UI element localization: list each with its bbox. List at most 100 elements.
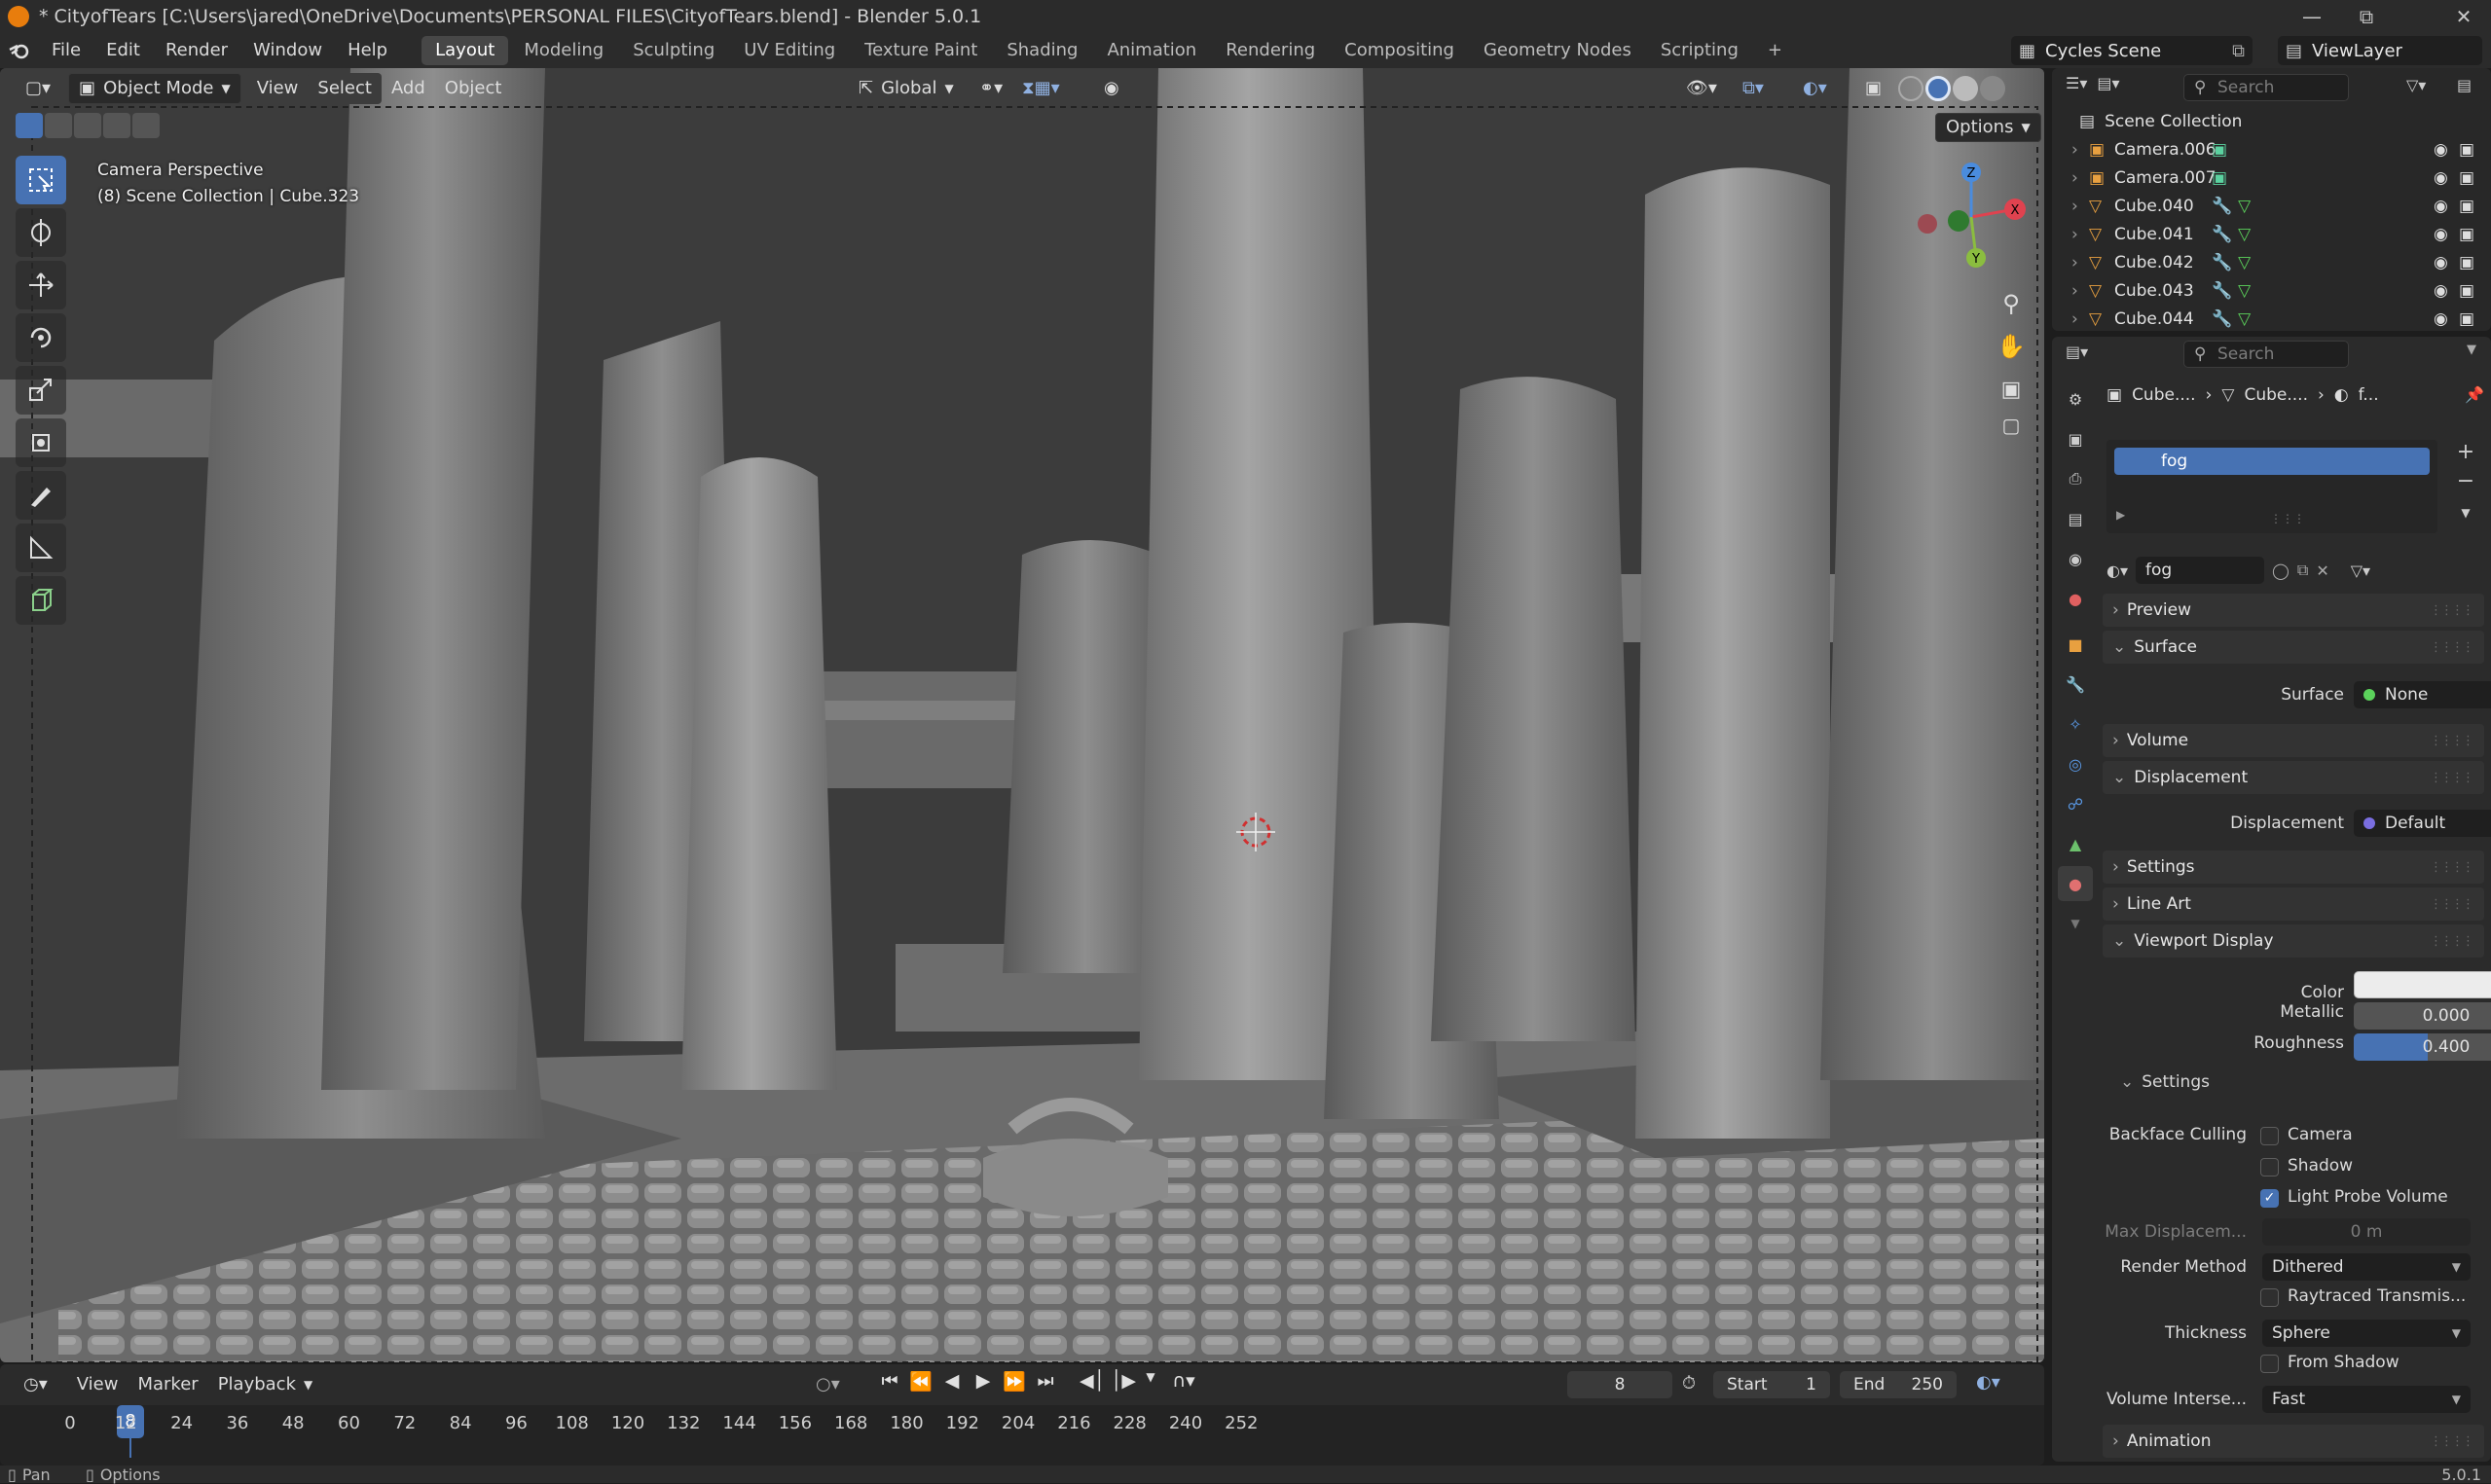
- next-marker-icon[interactable]: │▶: [1110, 1370, 1137, 1393]
- solid-shading-icon[interactable]: [1925, 76, 1951, 101]
- panel-volume[interactable]: › Volume ⋮⋮⋮⋮: [2103, 724, 2484, 757]
- render-camera-icon[interactable]: ▣: [2459, 309, 2474, 329]
- shadow-checkbox[interactable]: [2260, 1158, 2279, 1176]
- visibility-eye-icon[interactable]: ◉: [2434, 281, 2448, 301]
- visibility-eye-icon[interactable]: ◉: [2434, 225, 2448, 244]
- jump-end-icon[interactable]: ⏭: [1032, 1370, 1059, 1393]
- add-cube-icon[interactable]: [16, 576, 66, 625]
- viewport-menu-object[interactable]: Object: [435, 73, 512, 104]
- pivot-point-icon[interactable]: ⚭▾: [970, 73, 1012, 104]
- outliner-row[interactable]: › ▽ Cube.043 🔧 ▽ ◉ ▣: [2052, 276, 2491, 305]
- lock-camera-icon[interactable]: ▢: [1992, 411, 2031, 440]
- workspace-tab-compositing[interactable]: Compositing: [1331, 36, 1468, 65]
- drag-handle-icon[interactable]: ⋮⋮⋮⋮: [2430, 771, 2474, 785]
- snap-icon[interactable]: ⧗▦▾: [1012, 73, 1070, 104]
- drag-handle-icon[interactable]: ⋮⋮⋮⋮: [2430, 897, 2474, 912]
- timeline-menu-view[interactable]: View: [67, 1369, 128, 1400]
- fake-user-icon[interactable]: ◯: [2272, 561, 2290, 580]
- filter-icon[interactable]: ▽▾: [2406, 76, 2426, 94]
- panel-preview[interactable]: › Preview ⋮⋮⋮⋮: [2103, 594, 2484, 627]
- timeline-overlay-icon[interactable]: ◐▾: [1976, 1372, 2000, 1393]
- xray-icon[interactable]: ▣: [1855, 73, 1891, 104]
- metallic-slider[interactable]: 0.000: [2354, 1002, 2491, 1030]
- resize-handle-icon[interactable]: ⋮⋮⋮: [2270, 512, 2305, 525]
- outliner-row[interactable]: › ▽ Cube.040 🔧 ▽ ◉ ▣: [2052, 192, 2491, 220]
- view-layer-name[interactable]: ViewLayer: [2312, 41, 2402, 61]
- timeline-menu-marker[interactable]: Marker: [128, 1369, 207, 1400]
- sub-panel-settings[interactable]: ⌄ Settings: [2120, 1072, 2210, 1092]
- chevron-down-icon[interactable]: ▼: [2449, 498, 2482, 527]
- close-icon[interactable]: ✕: [2436, 0, 2491, 33]
- node-link-icon[interactable]: ▽▾: [2351, 561, 2370, 580]
- drag-handle-icon[interactable]: ⋮⋮⋮⋮: [2430, 860, 2474, 875]
- next-keyframe-icon[interactable]: ⏩: [1001, 1370, 1028, 1393]
- jump-start-icon[interactable]: ⏮: [876, 1370, 903, 1393]
- render-camera-icon[interactable]: ▣: [2459, 225, 2474, 244]
- annotate-icon[interactable]: [16, 471, 66, 520]
- browse-material-icon[interactable]: ◐▾: [2106, 561, 2128, 580]
- panel-viewport-display[interactable]: ⌄ Viewport Display ⋮⋮⋮⋮: [2103, 924, 2484, 958]
- render-camera-icon[interactable]: ▣: [2459, 197, 2474, 216]
- material-slot-item[interactable]: fog: [2114, 448, 2430, 475]
- view-layer-tab-icon[interactable]: ▤: [2058, 501, 2093, 536]
- modifier-tab-icon[interactable]: 🔧: [2058, 667, 2093, 702]
- chevron-down-icon[interactable]: ▼: [1141, 1370, 1160, 1393]
- render-camera-icon[interactable]: ▣: [2459, 281, 2474, 301]
- material-tab-icon[interactable]: ●: [2058, 866, 2093, 901]
- workspace-tab-scripting[interactable]: Scripting: [1647, 36, 1752, 65]
- object-mode-dropdown[interactable]: ▣ Object Mode ▼: [68, 73, 241, 104]
- current-frame-field[interactable]: 8: [1567, 1371, 1672, 1398]
- constraints-tab-icon[interactable]: ☍: [2058, 786, 2093, 821]
- play-reverse-icon[interactable]: ◀: [938, 1370, 966, 1393]
- properties-search-input[interactable]: ⚲ Search: [2183, 341, 2349, 368]
- workspace-tab-sculpting[interactable]: Sculpting: [619, 36, 728, 65]
- chevron-down-icon[interactable]: ▼: [2467, 343, 2476, 357]
- move-icon[interactable]: [16, 261, 66, 309]
- timeline-editor-type-icon[interactable]: ◷▾: [14, 1369, 57, 1400]
- scene-name[interactable]: Cycles Scene: [2045, 41, 2161, 61]
- proportional-editing-icon[interactable]: ◉: [1094, 73, 1129, 104]
- add-workspace-button[interactable]: +: [1754, 36, 1796, 65]
- visibility-eye-icon[interactable]: ◉: [2434, 140, 2448, 160]
- outliner-row[interactable]: › ▽ Cube.041 🔧 ▽ ◉ ▣: [2052, 220, 2491, 248]
- outliner-row[interactable]: › ▣ Camera.006 ▣ ◉ ▣: [2052, 135, 2491, 163]
- outliner-row[interactable]: › ▽ Cube.044 🔧 ▽ ◉ ▣: [2052, 305, 2491, 331]
- outliner-editor-type-icon[interactable]: ☰▾: [2066, 74, 2087, 92]
- timeline-ruler[interactable]: 8 0 12 24 36 48 60 72 84 96 108 120 132 144 156 168 180…: [0, 1405, 2044, 1458]
- light-probe-volume-checkbox[interactable]: ✓: [2260, 1189, 2279, 1208]
- options-dropdown[interactable]: Options ▼: [1935, 113, 2041, 142]
- drag-handle-icon[interactable]: ⋮⋮⋮⋮: [2430, 1434, 2474, 1449]
- display-mode-icon[interactable]: ▤▾: [2097, 74, 2119, 92]
- select-subtract-icon[interactable]: [74, 113, 101, 138]
- workspace-tab-modeling[interactable]: Modeling: [510, 36, 617, 65]
- roughness-slider[interactable]: 0.400: [2354, 1033, 2491, 1061]
- output-tab-icon[interactable]: ⎙: [2058, 461, 2093, 496]
- workspace-tab-shading[interactable]: Shading: [993, 36, 1091, 65]
- surface-shader-field[interactable]: None: [2354, 681, 2491, 708]
- record-icon[interactable]: ○▾: [816, 1374, 840, 1394]
- workspace-tab-uv-editing[interactable]: UV Editing: [730, 36, 849, 65]
- render-method-dropdown[interactable]: Dithered ▼: [2262, 1253, 2471, 1281]
- render-camera-icon[interactable]: ▣: [2459, 140, 2474, 160]
- menu-edit[interactable]: Edit: [93, 33, 153, 68]
- particles-tab-icon[interactable]: ✧: [2058, 706, 2093, 742]
- from-shadow-checkbox[interactable]: [2260, 1355, 2279, 1373]
- gizmo-toggle-icon[interactable]: ⧉▾: [1733, 73, 1774, 104]
- physics-tab-icon[interactable]: ◎: [2058, 746, 2093, 781]
- chevron-right-icon[interactable]: ›: [2071, 197, 2089, 216]
- drag-handle-icon[interactable]: ⋮⋮⋮⋮: [2430, 734, 2474, 748]
- zoom-icon[interactable]: ⚲: [1992, 282, 2031, 325]
- blender-menu-icon[interactable]: [0, 42, 39, 59]
- workspace-tab-animation[interactable]: Animation: [1093, 36, 1210, 65]
- outliner-search-input[interactable]: ⚲ Search: [2183, 74, 2349, 101]
- pin-icon[interactable]: 📌: [2465, 385, 2484, 404]
- measure-icon[interactable]: [16, 524, 66, 572]
- wireframe-shading-icon[interactable]: [1898, 76, 1923, 101]
- properties-editor-type-icon[interactable]: ▤▾: [2066, 343, 2088, 361]
- scale-icon[interactable]: [16, 366, 66, 415]
- remove-slot-icon[interactable]: −: [2449, 469, 2482, 498]
- menu-window[interactable]: Window: [240, 33, 335, 68]
- viewport-menu-view[interactable]: View: [247, 73, 309, 104]
- chevron-down-icon[interactable]: ▼: [2058, 906, 2093, 941]
- select-invert-icon[interactable]: [103, 113, 130, 138]
